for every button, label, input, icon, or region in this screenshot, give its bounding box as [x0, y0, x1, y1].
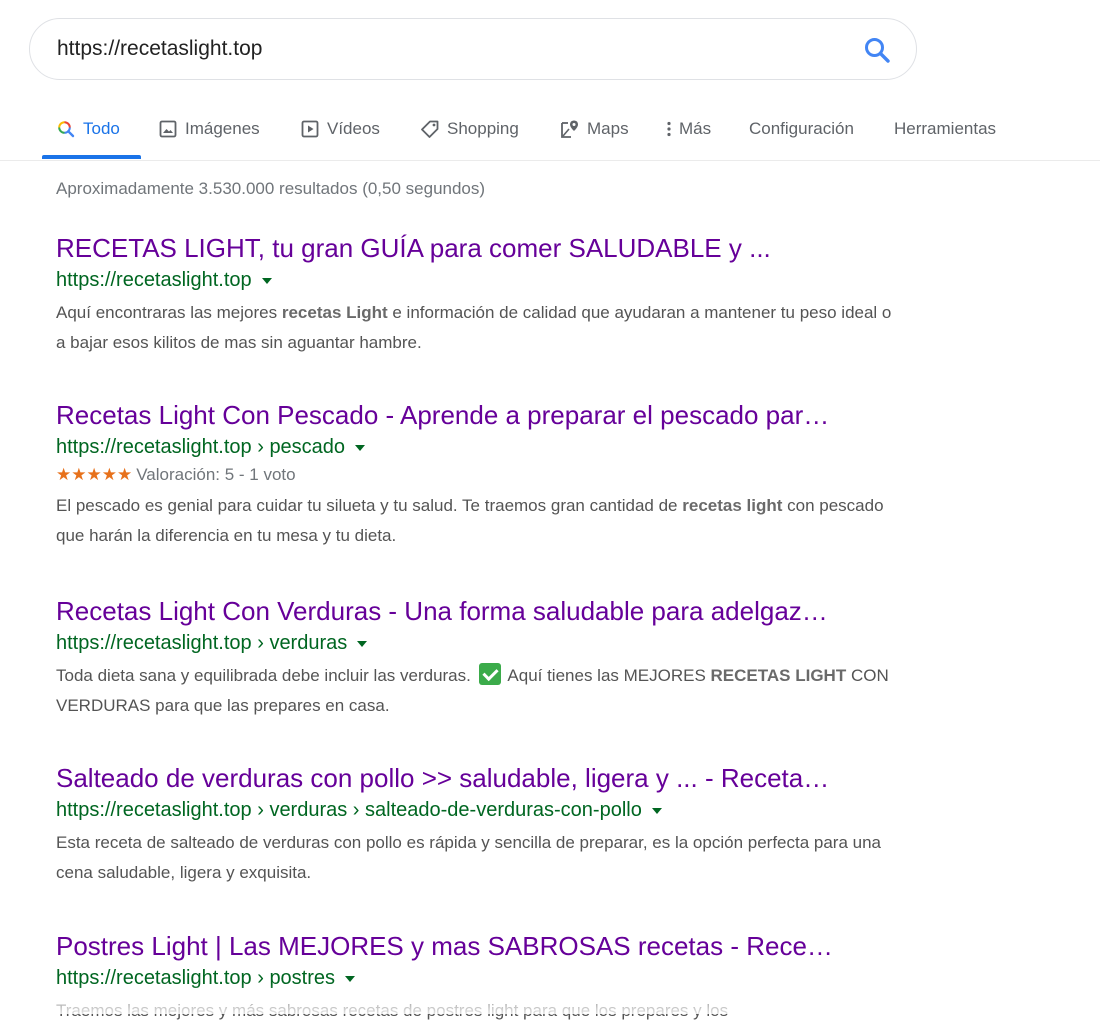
snippet-text: Aquí encontraras las mejores [56, 303, 282, 322]
tabs-divider [0, 160, 1100, 161]
result-title-link[interactable]: RECETAS LIGHT, tu gran GUÍA para comer S… [56, 232, 891, 264]
tag-icon [420, 119, 440, 139]
tab-label: Shopping [447, 119, 519, 138]
search-tabs: Todo Imágenes Vídeos Shopping Maps Más C… [42, 104, 1042, 160]
snippet-text: Traemos las mejores y más sabrosas recet… [56, 1001, 729, 1020]
snippet-highlight: recetas light [682, 496, 783, 515]
result-snippet: El pescado es genial para cuidar tu silu… [56, 491, 896, 551]
result-title-link[interactable]: Recetas Light Con Verduras - Una forma s… [56, 595, 891, 627]
tab-label: Imágenes [185, 119, 260, 138]
check-mark-icon [478, 663, 501, 685]
play-icon [300, 119, 320, 139]
search-result: Recetas Light Con Pescado - Aprende a pr… [56, 399, 906, 551]
map-pin-icon [560, 119, 580, 139]
result-snippet: Esta receta de salteado de verduras con … [56, 828, 896, 888]
snippet-highlight: RECETAS LIGHT [710, 666, 847, 685]
tab-label: Más [679, 119, 712, 138]
result-url-text: https://recetaslight.top [56, 269, 252, 291]
tab-imagenes[interactable]: Imágenes [158, 104, 260, 154]
result-url-text: https://recetaslight.top › pescado [56, 436, 346, 458]
search-result: Postres Light | Las MEJORES y mas SABROS… [56, 930, 906, 1026]
image-icon [158, 119, 178, 139]
snippet-text: Toda dieta sana y equilibrada debe inclu… [56, 666, 471, 685]
result-url-text: https://recetaslight.top › verduras [56, 632, 348, 654]
rating-text: Valoración: 5 - 1 voto [136, 465, 296, 484]
more-vert-icon [664, 119, 674, 139]
snippet-text: Esta receta de salteado de verduras con … [56, 833, 882, 882]
search-icon [865, 38, 890, 63]
dropdown-caret-icon[interactable] [261, 277, 272, 284]
result-rating: ★★★★★ Valoración: 5 - 1 voto [56, 464, 906, 486]
snippet-text: Aquí tienes las MEJORES [503, 666, 711, 685]
search-icon [56, 119, 76, 139]
tab-shopping[interactable]: Shopping [420, 104, 519, 154]
dropdown-caret-icon[interactable] [357, 640, 368, 647]
result-url[interactable]: https://recetaslight.top [56, 267, 906, 293]
dropdown-caret-icon[interactable] [355, 444, 366, 451]
tab-label: Vídeos [327, 119, 380, 138]
result-url[interactable]: https://recetaslight.top › verduras [56, 630, 906, 656]
tab-label: Maps [587, 119, 629, 138]
result-title-link[interactable]: Recetas Light Con Pescado - Aprende a pr… [56, 399, 891, 431]
tab-herramientas[interactable]: Herramientas [894, 104, 996, 154]
search-box [29, 18, 917, 80]
result-url[interactable]: https://recetaslight.top › pescado [56, 434, 906, 460]
tab-label: Herramientas [894, 119, 997, 138]
result-snippet: Traemos las mejores y más sabrosas recet… [56, 996, 896, 1026]
dropdown-caret-icon[interactable] [651, 807, 662, 814]
search-result: RECETAS LIGHT, tu gran GUÍA para comer S… [56, 232, 906, 358]
tab-maps[interactable]: Maps [560, 104, 629, 154]
search-result: Recetas Light Con Verduras - Una forma s… [56, 595, 906, 721]
snippet-highlight: recetas Light [281, 303, 388, 322]
result-url[interactable]: https://recetaslight.top › verduras › sa… [56, 797, 906, 823]
tab-configuracion[interactable]: Configuración [749, 104, 854, 154]
tab-label: Configuración [749, 119, 854, 138]
result-title-link[interactable]: Postres Light | Las MEJORES y mas SABROS… [56, 930, 891, 962]
result-snippet: Aquí encontraras las mejores recetas Lig… [56, 298, 896, 358]
result-snippet: Toda dieta sana y equilibrada debe inclu… [56, 661, 896, 721]
search-input[interactable] [57, 34, 837, 64]
dropdown-caret-icon[interactable] [345, 975, 356, 982]
search-result: Salteado de verduras con pollo >> saluda… [56, 762, 906, 888]
tab-label: Todo [83, 119, 120, 138]
result-stats: Aproximadamente 3.530.000 resultados (0,… [56, 179, 486, 198]
result-url-text: https://recetaslight.top › postres [56, 967, 336, 989]
active-tab-indicator [42, 155, 141, 159]
result-url-text: https://recetaslight.top › verduras › sa… [56, 799, 642, 821]
star-rating-icon: ★★★★★ [56, 465, 133, 484]
tab-todo[interactable]: Todo [56, 104, 120, 154]
snippet-text: El pescado es genial para cuidar tu silu… [56, 496, 683, 515]
result-title-link[interactable]: Salteado de verduras con pollo >> saluda… [56, 762, 891, 794]
search-button[interactable] [862, 35, 892, 65]
tab-mas[interactable]: Más [664, 104, 711, 154]
tab-videos[interactable]: Vídeos [300, 104, 380, 154]
result-url[interactable]: https://recetaslight.top › postres [56, 965, 906, 991]
